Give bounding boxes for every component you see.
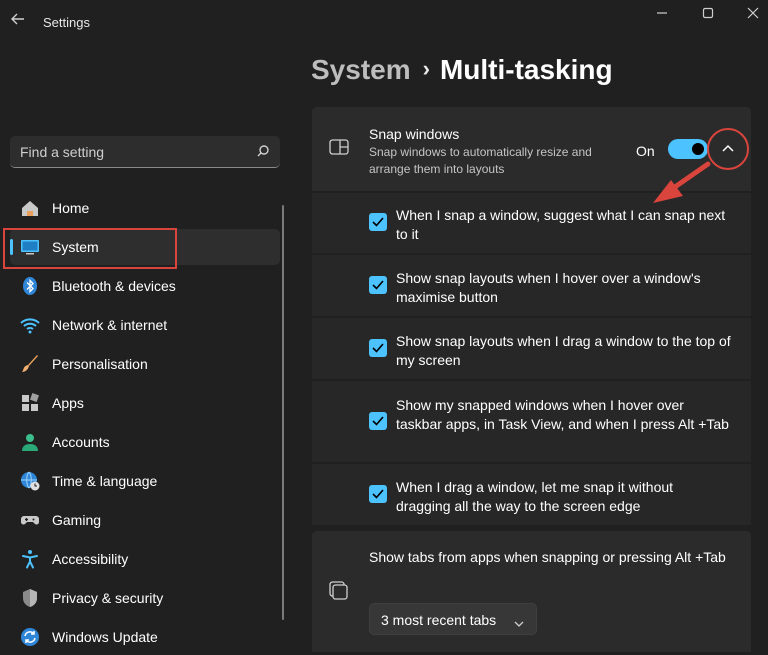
app-title: Settings <box>43 15 90 30</box>
nav-label: Apps <box>52 395 84 411</box>
home-icon <box>20 198 40 218</box>
alt-tab-tabs-title: Show tabs from apps when snapping or pre… <box>369 549 726 565</box>
nav-item-home[interactable]: Home <box>10 190 280 226</box>
snap-windows-toggle[interactable] <box>668 139 708 159</box>
nav-item-windows-update[interactable]: Windows Update <box>10 619 280 655</box>
search-icon[interactable] <box>256 144 270 158</box>
title-bar: Settings <box>0 0 768 44</box>
breadcrumb-parent[interactable]: System <box>311 54 411 85</box>
checkbox[interactable] <box>369 339 387 357</box>
breadcrumb-separator: › <box>422 56 430 81</box>
nav-label: Personalisation <box>52 356 148 372</box>
snap-option-label: When I drag a window, let me snap it wit… <box>396 479 674 514</box>
snap-window-icon <box>329 139 349 155</box>
snap-option-label: When I snap a window, suggest what I can… <box>396 207 726 242</box>
system-highlight-annotation <box>3 228 177 269</box>
brush-icon <box>20 354 40 374</box>
nav-item-accessibility[interactable]: Accessibility <box>10 541 280 577</box>
snap-option-row[interactable]: When I drag a window, let me snap it wit… <box>312 464 751 525</box>
toggle-state-label: On <box>636 143 655 159</box>
checkbox[interactable] <box>369 213 387 231</box>
snap-windows-card[interactable]: Snap windows Snap windows to automatical… <box>312 107 751 191</box>
snap-windows-description: Snap windows to automatically resize and… <box>369 145 592 176</box>
globe-clock-icon <box>20 471 40 491</box>
alt-tab-tabs-card: Show tabs from apps when snapping or pre… <box>312 531 751 652</box>
sidebar-scrollbar[interactable] <box>282 205 284 620</box>
nav-label: Gaming <box>52 512 102 528</box>
page-title: Multi-tasking <box>439 54 613 85</box>
search-placeholder: Find a setting <box>20 144 105 160</box>
breadcrumb: System › Multi-tasking <box>311 54 613 86</box>
nav-item-apps[interactable]: Apps <box>10 385 280 421</box>
expand-button-annotation <box>707 128 749 170</box>
minimize-icon[interactable] <box>649 4 675 24</box>
nav-item-privacy[interactable]: Privacy & security <box>10 580 280 616</box>
nav-label: Windows Update <box>52 629 158 645</box>
nav-item-accounts[interactable]: Accounts <box>10 424 280 460</box>
person-icon <box>20 432 40 452</box>
update-icon <box>20 627 40 647</box>
nav-item-gaming[interactable]: Gaming <box>10 502 280 538</box>
nav-label: Bluetooth & devices <box>52 278 176 294</box>
checkmark-icon <box>372 343 384 353</box>
nav-label: Privacy & security <box>52 590 164 606</box>
chevron-down-icon <box>514 615 524 633</box>
nav-label: Accounts <box>52 434 110 450</box>
checkmark-icon <box>372 489 384 499</box>
recent-tabs-dropdown[interactable]: 3 most recent tabs <box>369 603 537 635</box>
checkmark-icon <box>372 416 384 426</box>
apps-icon <box>20 393 40 413</box>
nav-item-network[interactable]: Network & internet <box>10 307 280 343</box>
snap-option-label: Show snap layouts when I hover over a wi… <box>396 270 701 305</box>
close-icon[interactable] <box>740 4 766 24</box>
snap-option-row[interactable]: Show snap layouts when I hover over a wi… <box>312 255 751 316</box>
nav-label: Home <box>52 200 90 216</box>
nav-item-personalisation[interactable]: Personalisation <box>10 346 280 382</box>
accessibility-icon <box>20 549 40 569</box>
checkmark-icon <box>372 280 384 290</box>
snap-option-label: Show my snapped windows when I hover ove… <box>396 397 729 432</box>
wifi-icon <box>20 315 40 335</box>
checkbox[interactable] <box>369 276 387 294</box>
nav-label: Accessibility <box>52 551 129 567</box>
toggle-knob <box>692 143 704 155</box>
back-arrow-icon[interactable] <box>9 12 27 30</box>
snap-option-row[interactable]: Show my snapped windows when I hover ove… <box>312 381 751 462</box>
checkmark-icon <box>372 217 384 227</box>
dropdown-selected-value: 3 most recent tabs <box>381 612 497 628</box>
snap-windows-title: Snap windows <box>369 126 460 142</box>
nav-item-time-language[interactable]: Time & language <box>10 463 280 499</box>
tabs-stack-icon <box>329 581 349 601</box>
snap-option-row[interactable]: Show snap layouts when I drag a window t… <box>312 318 751 379</box>
search-input[interactable]: Find a setting <box>10 136 280 168</box>
snap-option-label: Show snap layouts when I drag a window t… <box>396 333 731 368</box>
checkbox[interactable] <box>369 412 387 430</box>
shield-icon <box>20 588 40 608</box>
checkbox[interactable] <box>369 485 387 503</box>
bluetooth-icon <box>20 276 40 296</box>
nav-item-bluetooth[interactable]: Bluetooth & devices <box>10 268 280 304</box>
maximize-icon[interactable] <box>695 4 721 24</box>
snap-option-row[interactable]: When I snap a window, suggest what I can… <box>312 193 751 253</box>
nav-label: Network & internet <box>52 317 168 333</box>
gamepad-icon <box>20 510 40 530</box>
nav-label: Time & language <box>52 473 158 489</box>
